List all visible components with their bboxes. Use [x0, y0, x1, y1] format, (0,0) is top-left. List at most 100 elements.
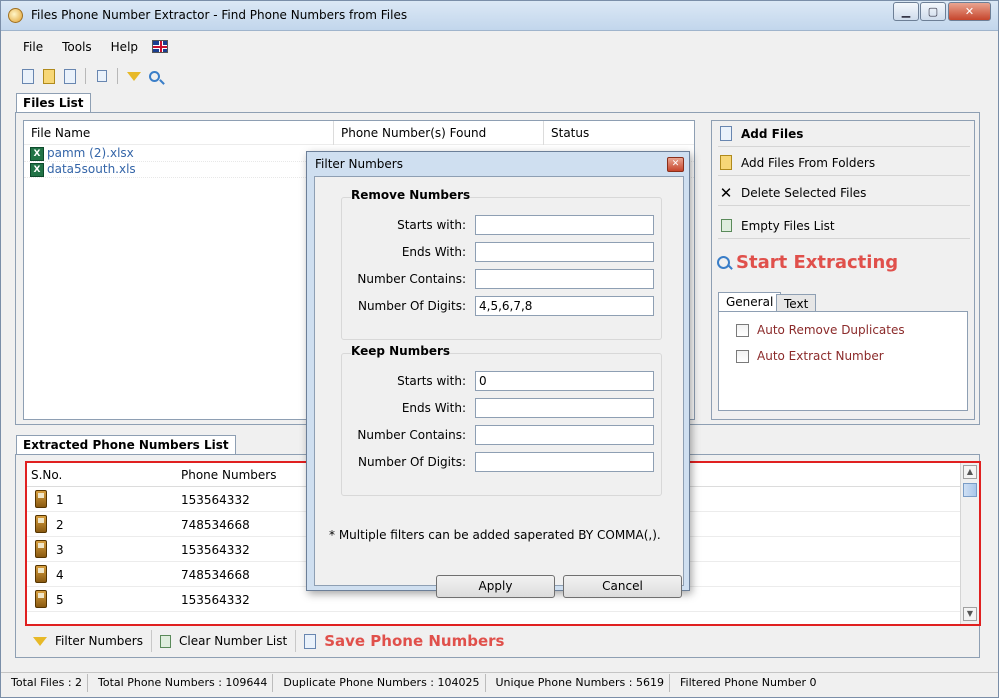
row-sno: 2 — [56, 518, 64, 532]
title-bar: Files Phone Number Extractor - Find Phon… — [1, 1, 998, 31]
vertical-scrollbar[interactable]: ▲ ▼ — [960, 463, 979, 624]
recycle-icon — [160, 634, 171, 648]
phone-icon — [35, 540, 47, 558]
add-folders-button[interactable]: Add Files From Folders — [718, 150, 970, 176]
auto-extract-number-label: Auto Extract Number — [757, 349, 884, 363]
remove-starts-input[interactable] — [475, 215, 654, 235]
filter-numbers-button[interactable]: Filter Numbers — [25, 630, 152, 652]
menu-bar: File Tools Help — [11, 38, 145, 58]
menu-file[interactable]: File — [11, 38, 50, 58]
column-phone-numbers[interactable]: Phone Numbers — [181, 468, 276, 482]
clear-number-list-label: Clear Number List — [179, 634, 288, 648]
keep-starts-input[interactable] — [475, 371, 654, 391]
search-icon[interactable] — [146, 68, 163, 85]
keep-numbers-title: Keep Numbers — [351, 344, 451, 358]
files-table-header: File Name Phone Number(s) Found Status — [24, 121, 694, 145]
add-files-icon[interactable] — [19, 68, 36, 85]
remove-numbers-title: Remove Numbers — [351, 188, 471, 202]
bottom-action-bar: Filter Numbers Clear Number List Save Ph… — [25, 629, 512, 653]
filter-note: * Multiple filters can be added saperate… — [329, 528, 661, 542]
status-unique: Unique Phone Numbers : 5619 — [486, 673, 670, 692]
close-button[interactable]: ✕ — [948, 2, 991, 21]
filter-icon[interactable] — [125, 68, 142, 85]
maximize-button[interactable]: ▢ — [920, 2, 946, 21]
apply-button[interactable]: Apply — [436, 575, 555, 598]
recycle-icon — [718, 218, 734, 234]
menu-help[interactable]: Help — [99, 38, 145, 58]
phone-icon — [35, 515, 47, 533]
tab-general[interactable]: General — [718, 292, 782, 312]
save-icon — [304, 633, 317, 649]
status-total-numbers: Total Phone Numbers : 109644 — [88, 673, 274, 692]
dialog-title: Filter Numbers — [315, 157, 403, 171]
folder-icon — [718, 155, 734, 171]
auto-remove-duplicates-label: Auto Remove Duplicates — [757, 323, 905, 337]
column-status[interactable]: Status — [544, 121, 694, 145]
start-extracting-button[interactable]: Start Extracting — [717, 252, 898, 273]
save-phone-numbers-button[interactable]: Save Phone Numbers — [296, 630, 512, 652]
tab-extracted-numbers[interactable]: Extracted Phone Numbers List — [16, 435, 236, 455]
language-flag-icon[interactable] — [152, 40, 168, 53]
remove-digits-input[interactable] — [475, 296, 654, 316]
remove-ends-input[interactable] — [475, 242, 654, 262]
column-phone-found[interactable]: Phone Number(s) Found — [334, 121, 544, 145]
phone-icon — [35, 590, 47, 608]
tab-files-list[interactable]: Files List — [16, 93, 91, 113]
keep-digits-label: Number Of Digits: — [357, 455, 466, 469]
search-icon — [717, 256, 730, 269]
cancel-button[interactable]: Cancel — [563, 575, 682, 598]
column-sno[interactable]: S.No. — [31, 468, 62, 482]
menu-tools[interactable]: Tools — [50, 38, 99, 58]
add-files-button[interactable]: Add Files — [718, 121, 970, 147]
auto-remove-duplicates-option[interactable]: Auto Remove Duplicates — [736, 323, 905, 337]
file-name: pamm (2).xlsx — [47, 146, 134, 160]
file-name: data5south.xls — [47, 162, 136, 176]
scroll-thumb[interactable] — [963, 483, 977, 497]
row-sno: 5 — [56, 593, 64, 607]
options-tabs: Auto Remove Duplicates Auto Extract Numb… — [718, 292, 968, 412]
column-file-name[interactable]: File Name — [24, 121, 334, 145]
auto-extract-number-option[interactable]: Auto Extract Number — [736, 349, 884, 363]
empty-list-icon[interactable] — [93, 68, 110, 85]
add-folder-icon[interactable] — [40, 68, 57, 85]
toolbar — [19, 67, 163, 85]
status-filtered: Filtered Phone Number 0 — [679, 675, 817, 689]
auto-remove-duplicates-checkbox[interactable] — [736, 323, 749, 337]
remove-contains-label: Number Contains: — [357, 272, 466, 286]
keep-numbers-group: Keep Numbers Starts with: Ends With: Num… — [341, 344, 662, 496]
status-bar: Total Files : 2 Total Phone Numbers : 10… — [1, 672, 998, 692]
clear-number-list-button[interactable]: Clear Number List — [152, 630, 297, 652]
scroll-up-arrow-icon[interactable]: ▲ — [963, 465, 977, 479]
delete-files-icon[interactable] — [61, 68, 78, 85]
row-number: 153564332 — [181, 493, 250, 507]
filter-numbers-dialog: Filter Numbers ✕ Remove Numbers Starts w… — [306, 151, 690, 598]
excel-file-icon: X — [30, 147, 44, 161]
empty-list-button[interactable]: Empty Files List — [718, 213, 970, 239]
excel-file-icon: X — [30, 163, 44, 177]
scroll-down-arrow-icon[interactable]: ▼ — [963, 607, 977, 621]
tab-text[interactable]: Text — [776, 294, 817, 312]
keep-contains-input[interactable] — [475, 425, 654, 445]
add-files-icon — [718, 126, 734, 142]
remove-ends-label: Ends With: — [401, 245, 466, 259]
dialog-close-button[interactable]: ✕ — [667, 157, 684, 172]
remove-digits-label: Number Of Digits: — [357, 299, 466, 313]
add-folders-label: Add Files From Folders — [741, 155, 876, 170]
window-title: Files Phone Number Extractor - Find Phon… — [31, 8, 408, 22]
dialog-body: Remove Numbers Starts with: Ends With: N… — [314, 176, 684, 598]
minimize-button[interactable]: ▁ — [893, 2, 919, 21]
remove-numbers-group: Remove Numbers Starts with: Ends With: N… — [341, 188, 662, 340]
filter-icon — [33, 636, 47, 646]
keep-ends-input[interactable] — [475, 398, 654, 418]
auto-extract-number-checkbox[interactable] — [736, 349, 749, 363]
keep-digits-input[interactable] — [475, 452, 654, 472]
empty-list-label: Empty Files List — [741, 218, 835, 233]
row-sno: 3 — [56, 543, 64, 557]
add-files-label: Add Files — [741, 126, 804, 141]
status-duplicate: Duplicate Phone Numbers : 104025 — [273, 673, 486, 692]
keep-contains-label: Number Contains: — [357, 428, 466, 442]
app-icon — [8, 8, 23, 23]
save-phone-numbers-label: Save Phone Numbers — [324, 632, 505, 650]
delete-selected-button[interactable]: ✕ Delete Selected Files — [718, 180, 970, 206]
remove-contains-input[interactable] — [475, 269, 654, 289]
